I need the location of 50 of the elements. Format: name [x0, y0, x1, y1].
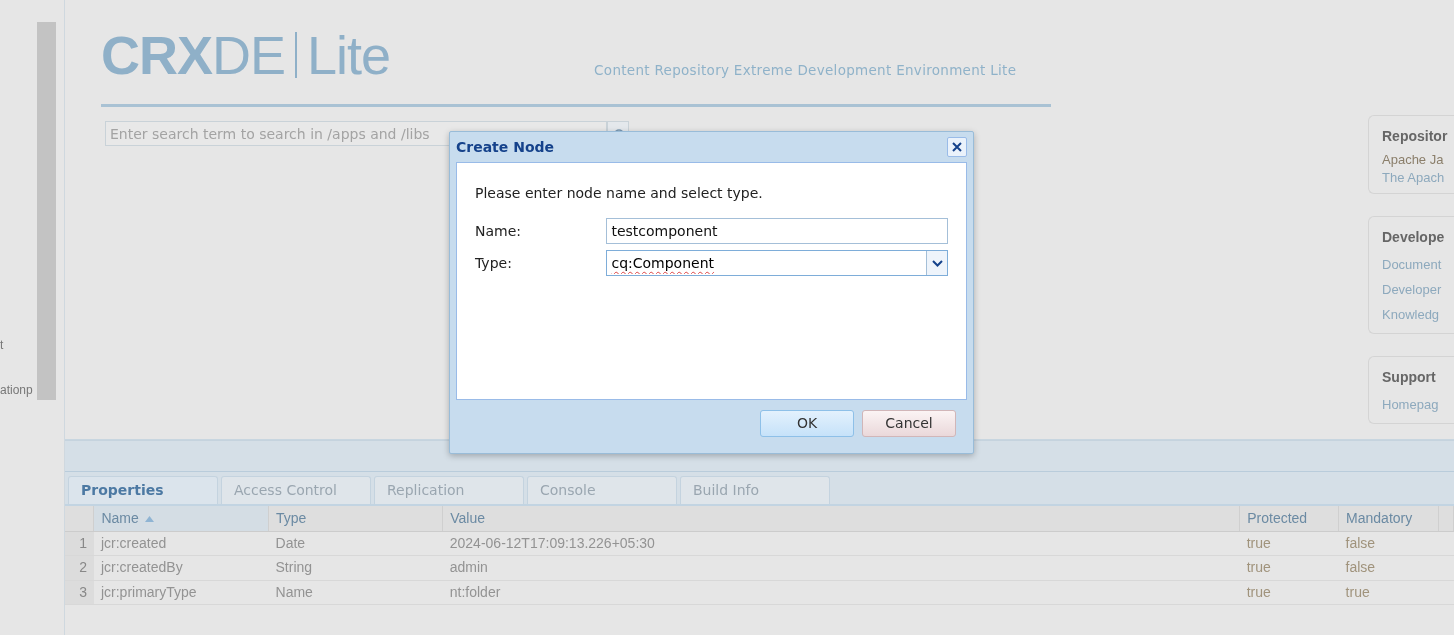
tagline: Content Repository Extreme Development Environment Lite: [594, 60, 1017, 80]
table-cell: admin: [449, 559, 488, 576]
column-header[interactable]: Name: [101, 509, 139, 526]
card-link[interactable]: Homepag: [1382, 397, 1439, 412]
table-cell: false: [1345, 534, 1376, 551]
card-title: Develope: [1382, 228, 1446, 247]
card-link[interactable]: Document: [1382, 257, 1442, 272]
row-number: 3: [79, 583, 87, 600]
card-link[interactable]: Knowledg: [1382, 307, 1440, 322]
logo-divider: [295, 32, 298, 78]
logo: CRXDE: [101, 28, 286, 82]
card-title: Support: [1382, 368, 1437, 387]
table-cell: Date: [275, 534, 306, 551]
card-link[interactable]: Developer: [1382, 282, 1442, 297]
card-link[interactable]: The Apach: [1382, 170, 1445, 185]
ok-button[interactable]: OK: [760, 410, 854, 437]
field-label: Type:: [475, 253, 513, 273]
table-cell: 2024-06-12T17:09:13.226+05:30: [449, 534, 655, 551]
tab[interactable]: Properties: [68, 476, 218, 504]
field-label: Name:: [475, 221, 523, 241]
table-cell: true: [1246, 583, 1271, 600]
column-header[interactable]: Type: [276, 509, 307, 526]
table-cell: true: [1246, 534, 1271, 551]
name-field[interactable]: testcomponent: [606, 218, 948, 244]
tree-item[interactable]: ationp: [0, 383, 33, 397]
table-cell: Name: [275, 583, 313, 600]
tree-item[interactable]: t: [0, 338, 4, 352]
tab[interactable]: Access Control: [221, 476, 371, 504]
table-cell: String: [275, 559, 313, 576]
column-header[interactable]: Value: [450, 509, 486, 526]
row-number: 1: [79, 534, 87, 551]
cancel-button[interactable]: Cancel: [862, 410, 956, 437]
logo-subtitle: Lite: [307, 28, 391, 82]
row-number: 2: [79, 559, 87, 576]
table-cell: jcr:primaryType: [100, 583, 197, 600]
card-text: Apache Ja: [1382, 152, 1444, 167]
table-cell: false: [1345, 559, 1376, 576]
tab[interactable]: Replication: [374, 476, 524, 504]
scrollbar[interactable]: [37, 22, 56, 400]
card-title: Repositor: [1382, 127, 1449, 146]
table-cell: jcr:createdBy: [100, 559, 183, 576]
tab[interactable]: Console: [527, 476, 677, 504]
dialog-message: Please enter node name and select type.: [475, 184, 764, 203]
close-button[interactable]: [947, 137, 967, 157]
table-cell: jcr:created: [100, 534, 167, 551]
table-cell: true: [1345, 583, 1370, 600]
table-cell: true: [1246, 559, 1271, 576]
close-icon: [951, 141, 963, 153]
table-cell: nt:folder: [449, 583, 501, 600]
tab[interactable]: Build Info: [680, 476, 830, 504]
